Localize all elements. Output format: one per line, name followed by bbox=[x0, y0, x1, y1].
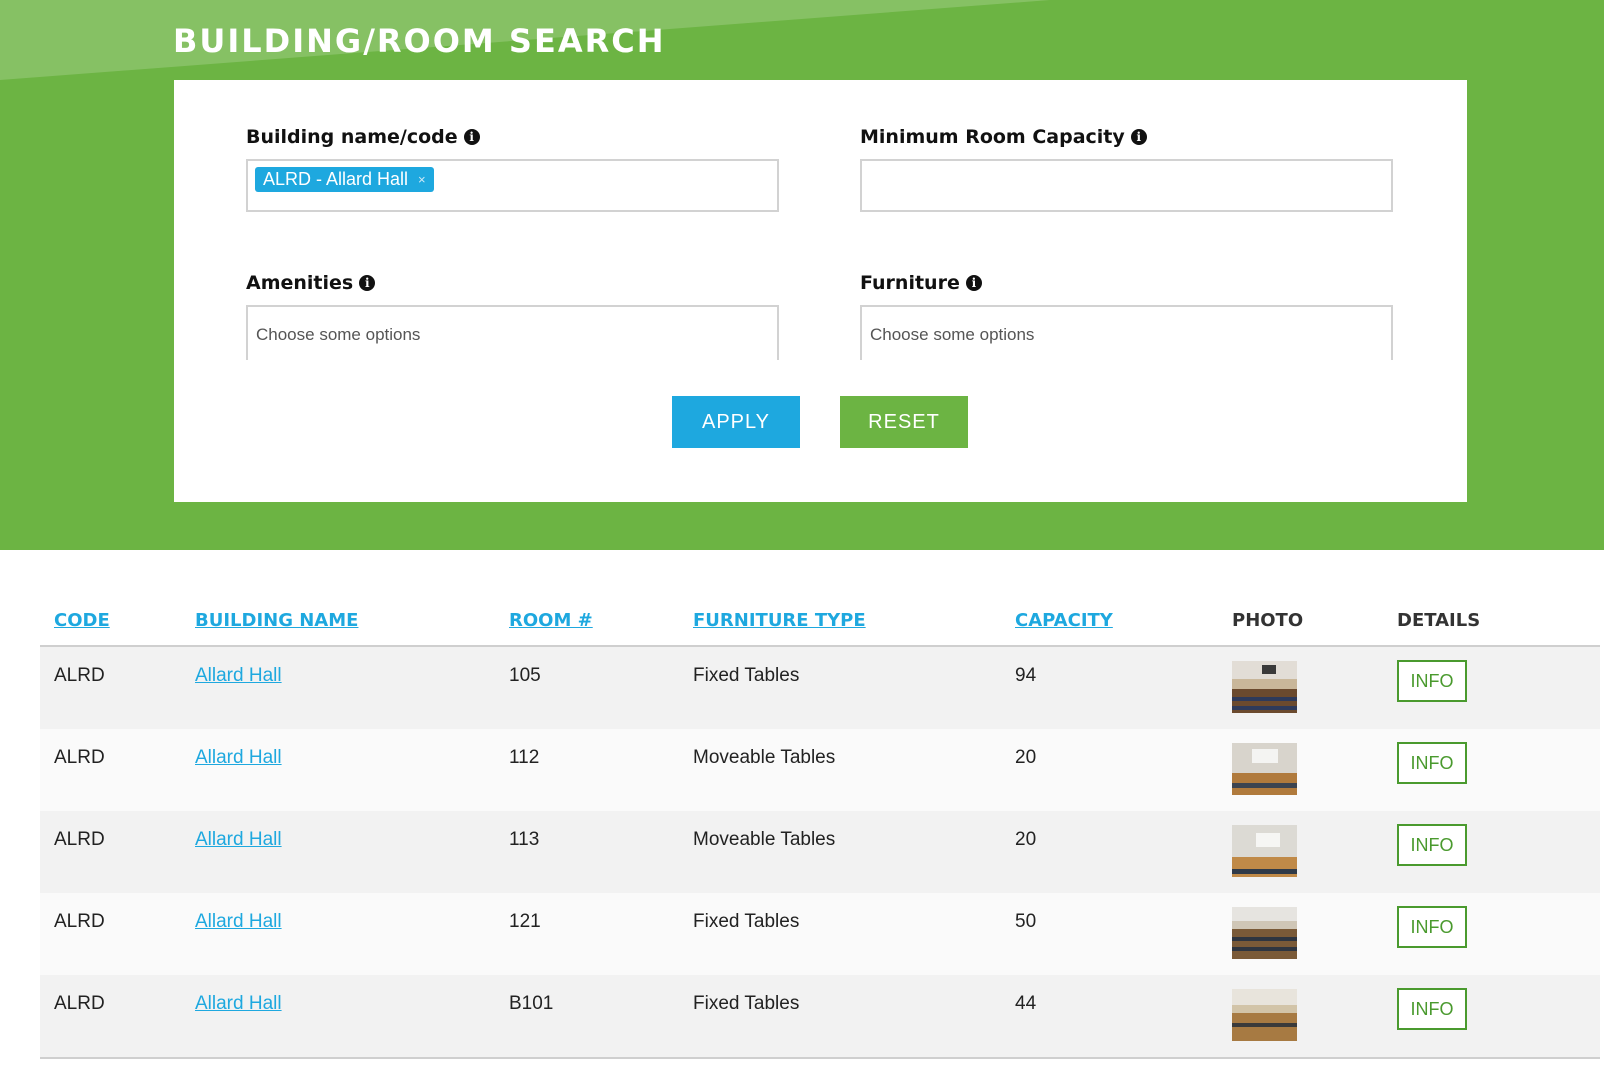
room-cell: 113 bbox=[495, 811, 679, 893]
furniture-cell: Moveable Tables bbox=[679, 811, 1001, 893]
apply-button[interactable]: APPLY bbox=[672, 396, 800, 448]
reset-button[interactable]: RESET bbox=[840, 396, 968, 448]
code-cell: ALRD bbox=[40, 729, 181, 811]
info-button[interactable]: INFO bbox=[1397, 660, 1467, 702]
info-button[interactable]: INFO bbox=[1397, 988, 1467, 1030]
capacity-cell: 94 bbox=[1001, 646, 1218, 729]
furniture-cell: Fixed Tables bbox=[679, 893, 1001, 975]
capacity-field: Minimum Room Capacity i bbox=[860, 126, 1393, 212]
results-table: CODE BUILDING NAME ROOM # FURNITURE TYPE… bbox=[40, 590, 1600, 1059]
code-cell: ALRD bbox=[40, 811, 181, 893]
page-title: BUILDING/ROOM SEARCH bbox=[173, 22, 666, 60]
building-input[interactable]: ALRD - Allard Hall × bbox=[246, 159, 779, 212]
furniture-select[interactable]: Choose some options bbox=[860, 305, 1393, 360]
building-link[interactable]: Allard Hall bbox=[195, 665, 282, 686]
sort-room-link[interactable]: ROOM # bbox=[509, 610, 593, 631]
sort-capacity-link[interactable]: CAPACITY bbox=[1015, 610, 1113, 631]
room-photo-thumbnail[interactable] bbox=[1232, 825, 1297, 877]
sort-code-link[interactable]: CODE bbox=[54, 610, 110, 631]
details-column-header: DETAILS bbox=[1383, 590, 1600, 647]
info-icon[interactable]: i bbox=[359, 275, 376, 291]
table-row: ALRD Allard Hall B101 Fixed Tables 44 IN… bbox=[40, 975, 1600, 1059]
room-photo-thumbnail[interactable] bbox=[1232, 661, 1297, 713]
building-link[interactable]: Allard Hall bbox=[195, 747, 282, 768]
building-link[interactable]: Allard Hall bbox=[195, 993, 282, 1014]
furniture-cell: Moveable Tables bbox=[679, 729, 1001, 811]
table-row: ALRD Allard Hall 113 Moveable Tables 20 … bbox=[40, 811, 1600, 893]
capacity-label: Minimum Room Capacity bbox=[860, 126, 1125, 148]
sort-furniture-link[interactable]: FURNITURE TYPE bbox=[693, 610, 866, 631]
room-cell: 112 bbox=[495, 729, 679, 811]
amenities-field: Amenities i Choose some options bbox=[246, 272, 779, 360]
capacity-cell: 50 bbox=[1001, 893, 1218, 975]
building-field: Building name/code i ALRD - Allard Hall … bbox=[246, 126, 779, 212]
room-cell: B101 bbox=[495, 975, 679, 1059]
selected-building-chip: ALRD - Allard Hall × bbox=[255, 167, 434, 192]
code-cell: ALRD bbox=[40, 975, 181, 1059]
amenities-placeholder: Choose some options bbox=[256, 325, 421, 344]
room-photo-thumbnail[interactable] bbox=[1232, 907, 1297, 959]
room-photo-thumbnail[interactable] bbox=[1232, 989, 1297, 1041]
info-button[interactable]: INFO bbox=[1397, 742, 1467, 784]
search-form: Building name/code i ALRD - Allard Hall … bbox=[174, 80, 1467, 502]
sort-building-link[interactable]: BUILDING NAME bbox=[195, 610, 358, 631]
building-link[interactable]: Allard Hall bbox=[195, 911, 282, 932]
capacity-cell: 44 bbox=[1001, 975, 1218, 1059]
building-label: Building name/code bbox=[246, 126, 458, 148]
info-icon[interactable]: i bbox=[965, 275, 982, 291]
photo-column-header: PHOTO bbox=[1218, 590, 1383, 647]
furniture-field: Furniture i Choose some options bbox=[860, 272, 1393, 360]
furniture-placeholder: Choose some options bbox=[870, 325, 1035, 344]
room-cell: 121 bbox=[495, 893, 679, 975]
amenities-select[interactable]: Choose some options bbox=[246, 305, 779, 360]
table-row: ALRD Allard Hall 112 Moveable Tables 20 … bbox=[40, 729, 1600, 811]
info-icon[interactable]: i bbox=[463, 129, 480, 145]
info-button[interactable]: INFO bbox=[1397, 824, 1467, 866]
furniture-label: Furniture bbox=[860, 272, 960, 294]
amenities-label: Amenities bbox=[246, 272, 354, 294]
info-button[interactable]: INFO bbox=[1397, 906, 1467, 948]
room-photo-thumbnail[interactable] bbox=[1232, 743, 1297, 795]
code-cell: ALRD bbox=[40, 646, 181, 729]
furniture-cell: Fixed Tables bbox=[679, 975, 1001, 1059]
table-row: ALRD Allard Hall 105 Fixed Tables 94 INF… bbox=[40, 646, 1600, 729]
code-cell: ALRD bbox=[40, 893, 181, 975]
chip-label: ALRD - Allard Hall bbox=[263, 169, 409, 189]
remove-chip-icon[interactable]: × bbox=[418, 172, 426, 187]
table-row: ALRD Allard Hall 121 Fixed Tables 50 INF… bbox=[40, 893, 1600, 975]
capacity-cell: 20 bbox=[1001, 811, 1218, 893]
search-hero: BUILDING/ROOM SEARCH Building name/code … bbox=[0, 0, 1604, 550]
building-link[interactable]: Allard Hall bbox=[195, 829, 282, 850]
info-icon[interactable]: i bbox=[1130, 129, 1147, 145]
furniture-cell: Fixed Tables bbox=[679, 646, 1001, 729]
capacity-cell: 20 bbox=[1001, 729, 1218, 811]
room-cell: 105 bbox=[495, 646, 679, 729]
table-header-row: CODE BUILDING NAME ROOM # FURNITURE TYPE… bbox=[40, 590, 1600, 647]
capacity-input[interactable] bbox=[860, 159, 1393, 212]
